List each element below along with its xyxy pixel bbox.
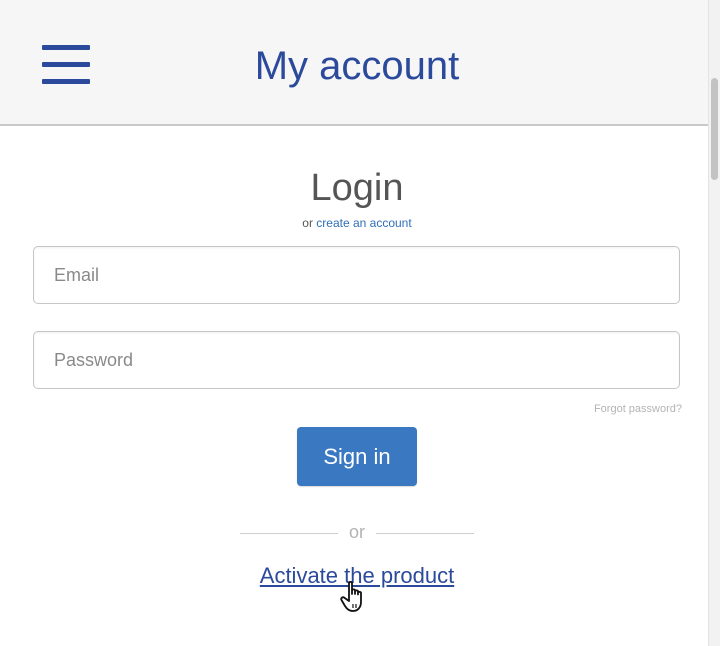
divider-right <box>376 533 474 534</box>
vertical-scrollbar[interactable] <box>708 0 720 646</box>
divider-left <box>240 533 338 534</box>
hamburger-menu-icon[interactable] <box>38 42 94 86</box>
sign-in-button[interactable]: Sign in <box>297 427 417 486</box>
menu-bar-middle <box>42 62 90 67</box>
or-separator: or <box>348 522 365 542</box>
menu-bar-top <box>42 45 90 50</box>
create-account-prefix: or <box>302 216 313 230</box>
forgot-password-link[interactable]: Forgot password? <box>440 403 682 416</box>
create-account-link[interactable]: create an account <box>316 216 411 230</box>
create-account-line: or create an account <box>0 216 714 230</box>
scrollbar-thumb[interactable] <box>711 78 718 180</box>
hand-pointer-cursor-icon <box>340 580 362 612</box>
menu-bar-bottom <box>42 79 90 84</box>
page-title: My account <box>254 44 460 88</box>
header-bar: My account <box>0 0 708 126</box>
password-field[interactable] <box>33 331 680 389</box>
login-heading: Login <box>310 167 404 209</box>
email-field[interactable] <box>33 246 680 304</box>
page: My account Login or create an account Fo… <box>0 0 720 646</box>
